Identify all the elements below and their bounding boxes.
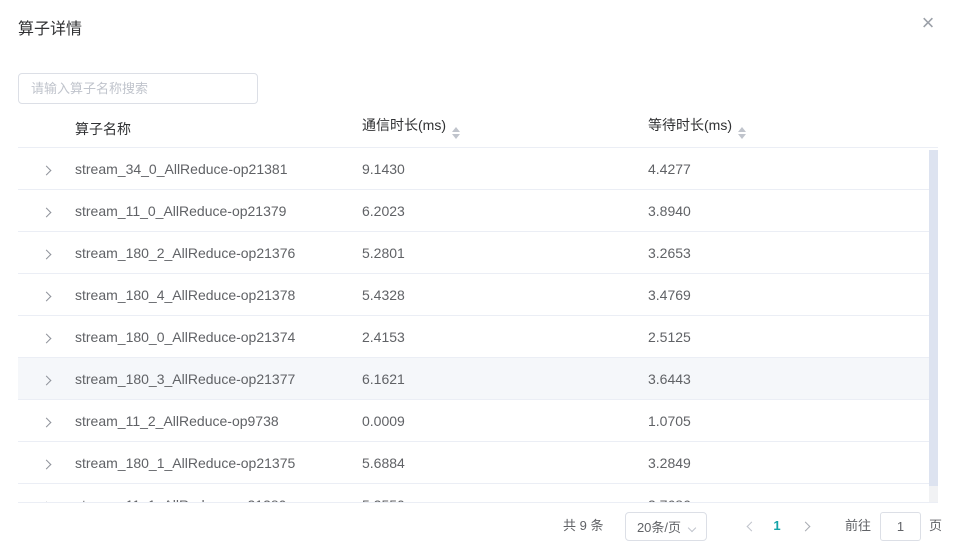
chevron-right-expand-icon[interactable] [40, 452, 53, 474]
chevron-right-expand-icon[interactable] [40, 326, 53, 348]
row-operator-name: stream_180_4_AllReduce-op21378 [75, 287, 362, 303]
next-page-button[interactable] [792, 511, 818, 541]
page-title: 算子详情 [18, 15, 82, 39]
operator-table: 算子名称 通信时长(ms) 等待时长(ms) stream_34_0_AllRe… [18, 110, 938, 503]
operator-details-dialog: 算子详情 × 算子名称 通信时长(ms) 等待时长(ms) stream_34_… [0, 0, 956, 556]
row-operator-name: stream_180_3_AllReduce-op21377 [75, 371, 362, 387]
row-operator-name: stream_11_0_AllReduce-op21379 [75, 203, 362, 219]
row-comm-duration: 5.2801 [362, 245, 648, 261]
row-operator-name: stream_34_0_AllReduce-op21381 [75, 161, 362, 177]
chevron-right-expand-icon[interactable] [40, 158, 53, 180]
row-expand-cell [18, 368, 75, 390]
previous-page-button[interactable] [738, 511, 764, 541]
chevron-down-icon [688, 523, 696, 531]
pagination-current-page[interactable]: 1 [766, 511, 788, 541]
page-size-select[interactable]: 20条/页 [625, 512, 707, 541]
table-row[interactable]: stream_11_2_AllReduce-op9738 0.0009 1.07… [18, 400, 929, 442]
page-unit-label: 页 [929, 511, 942, 541]
search-input[interactable] [18, 73, 258, 104]
pagination-bar: 共 9 条 20条/页 1 前往 页 [0, 511, 956, 541]
table-header-row: 算子名称 通信时长(ms) 等待时长(ms) [18, 110, 938, 148]
header-wait-label: 等待时长(ms) [648, 117, 732, 133]
row-comm-duration: 5.4328 [362, 287, 648, 303]
row-wait-duration: 3.4769 [648, 287, 929, 303]
row-wait-duration: 3.7686 [648, 497, 929, 504]
row-expand-cell [18, 410, 75, 432]
chevron-left-icon [746, 521, 756, 531]
row-expand-cell [18, 242, 75, 264]
header-wait-duration: 等待时长(ms) [648, 115, 938, 143]
row-comm-duration: 0.0009 [362, 413, 648, 429]
row-wait-duration: 4.4277 [648, 161, 929, 177]
table-row[interactable]: stream_180_0_AllReduce-op21374 2.4153 2.… [18, 316, 929, 358]
chevron-right-expand-icon[interactable] [40, 242, 53, 264]
row-comm-duration: 6.1621 [362, 371, 648, 387]
row-operator-name: stream_180_0_AllReduce-op21374 [75, 329, 362, 345]
table-body-rows: stream_34_0_AllReduce-op21381 9.1430 4.4… [18, 148, 929, 503]
sort-icon-comm[interactable] [452, 123, 460, 143]
row-expand-cell [18, 158, 75, 180]
chevron-right-expand-icon[interactable] [40, 494, 53, 504]
table-row[interactable]: stream_180_4_AllReduce-op21378 5.4328 3.… [18, 274, 929, 316]
row-comm-duration: 5.2550 [362, 497, 648, 504]
chevron-right-icon [800, 521, 810, 531]
table-row[interactable]: stream_11_0_AllReduce-op21379 6.2023 3.8… [18, 190, 929, 232]
row-wait-duration: 2.5125 [648, 329, 929, 345]
vertical-scrollbar-track [929, 486, 938, 502]
table-body: stream_34_0_AllReduce-op21381 9.1430 4.4… [18, 148, 938, 503]
table-row[interactable]: stream_180_1_AllReduce-op21375 5.6884 3.… [18, 442, 929, 484]
goto-page-label: 前往 [845, 511, 871, 541]
row-comm-duration: 9.1430 [362, 161, 648, 177]
chevron-right-expand-icon[interactable] [40, 200, 53, 222]
row-wait-duration: 3.2849 [648, 455, 929, 471]
row-comm-duration: 2.4153 [362, 329, 648, 345]
table-row[interactable]: stream_180_3_AllReduce-op21377 6.1621 3.… [18, 358, 929, 400]
header-operator-name: 算子名称 [75, 119, 362, 139]
row-comm-duration: 6.2023 [362, 203, 648, 219]
row-wait-duration: 3.8940 [648, 203, 929, 219]
sort-icon-wait[interactable] [738, 123, 746, 143]
chevron-right-expand-icon[interactable] [40, 368, 53, 390]
close-icon[interactable]: × [915, 10, 941, 36]
row-expand-cell [18, 494, 75, 504]
row-operator-name: stream_11_2_AllReduce-op9738 [75, 413, 362, 429]
row-operator-name: stream_11_1_AllReduce-op21380 [75, 497, 362, 504]
header-comm-duration: 通信时长(ms) [362, 115, 648, 143]
row-wait-duration: 3.6443 [648, 371, 929, 387]
row-wait-duration: 3.2653 [648, 245, 929, 261]
row-wait-duration: 1.0705 [648, 413, 929, 429]
vertical-scrollbar-thumb[interactable] [929, 150, 938, 487]
header-comm-label: 通信时长(ms) [362, 117, 446, 133]
row-operator-name: stream_180_1_AllReduce-op21375 [75, 455, 362, 471]
table-row[interactable]: stream_11_1_AllReduce-op21380 5.2550 3.7… [18, 484, 929, 503]
row-expand-cell [18, 452, 75, 474]
row-expand-cell [18, 326, 75, 348]
row-expand-cell [18, 284, 75, 306]
row-expand-cell [18, 200, 75, 222]
table-row[interactable]: stream_34_0_AllReduce-op21381 9.1430 4.4… [18, 148, 929, 190]
chevron-right-expand-icon[interactable] [40, 284, 53, 306]
table-row[interactable]: stream_180_2_AllReduce-op21376 5.2801 3.… [18, 232, 929, 274]
pagination-total-count: 共 9 条 [563, 511, 603, 541]
page-size-value: 20条/页 [637, 517, 681, 536]
goto-page-input[interactable] [880, 512, 921, 541]
row-operator-name: stream_180_2_AllReduce-op21376 [75, 245, 362, 261]
chevron-right-expand-icon[interactable] [40, 410, 53, 432]
row-comm-duration: 5.6884 [362, 455, 648, 471]
